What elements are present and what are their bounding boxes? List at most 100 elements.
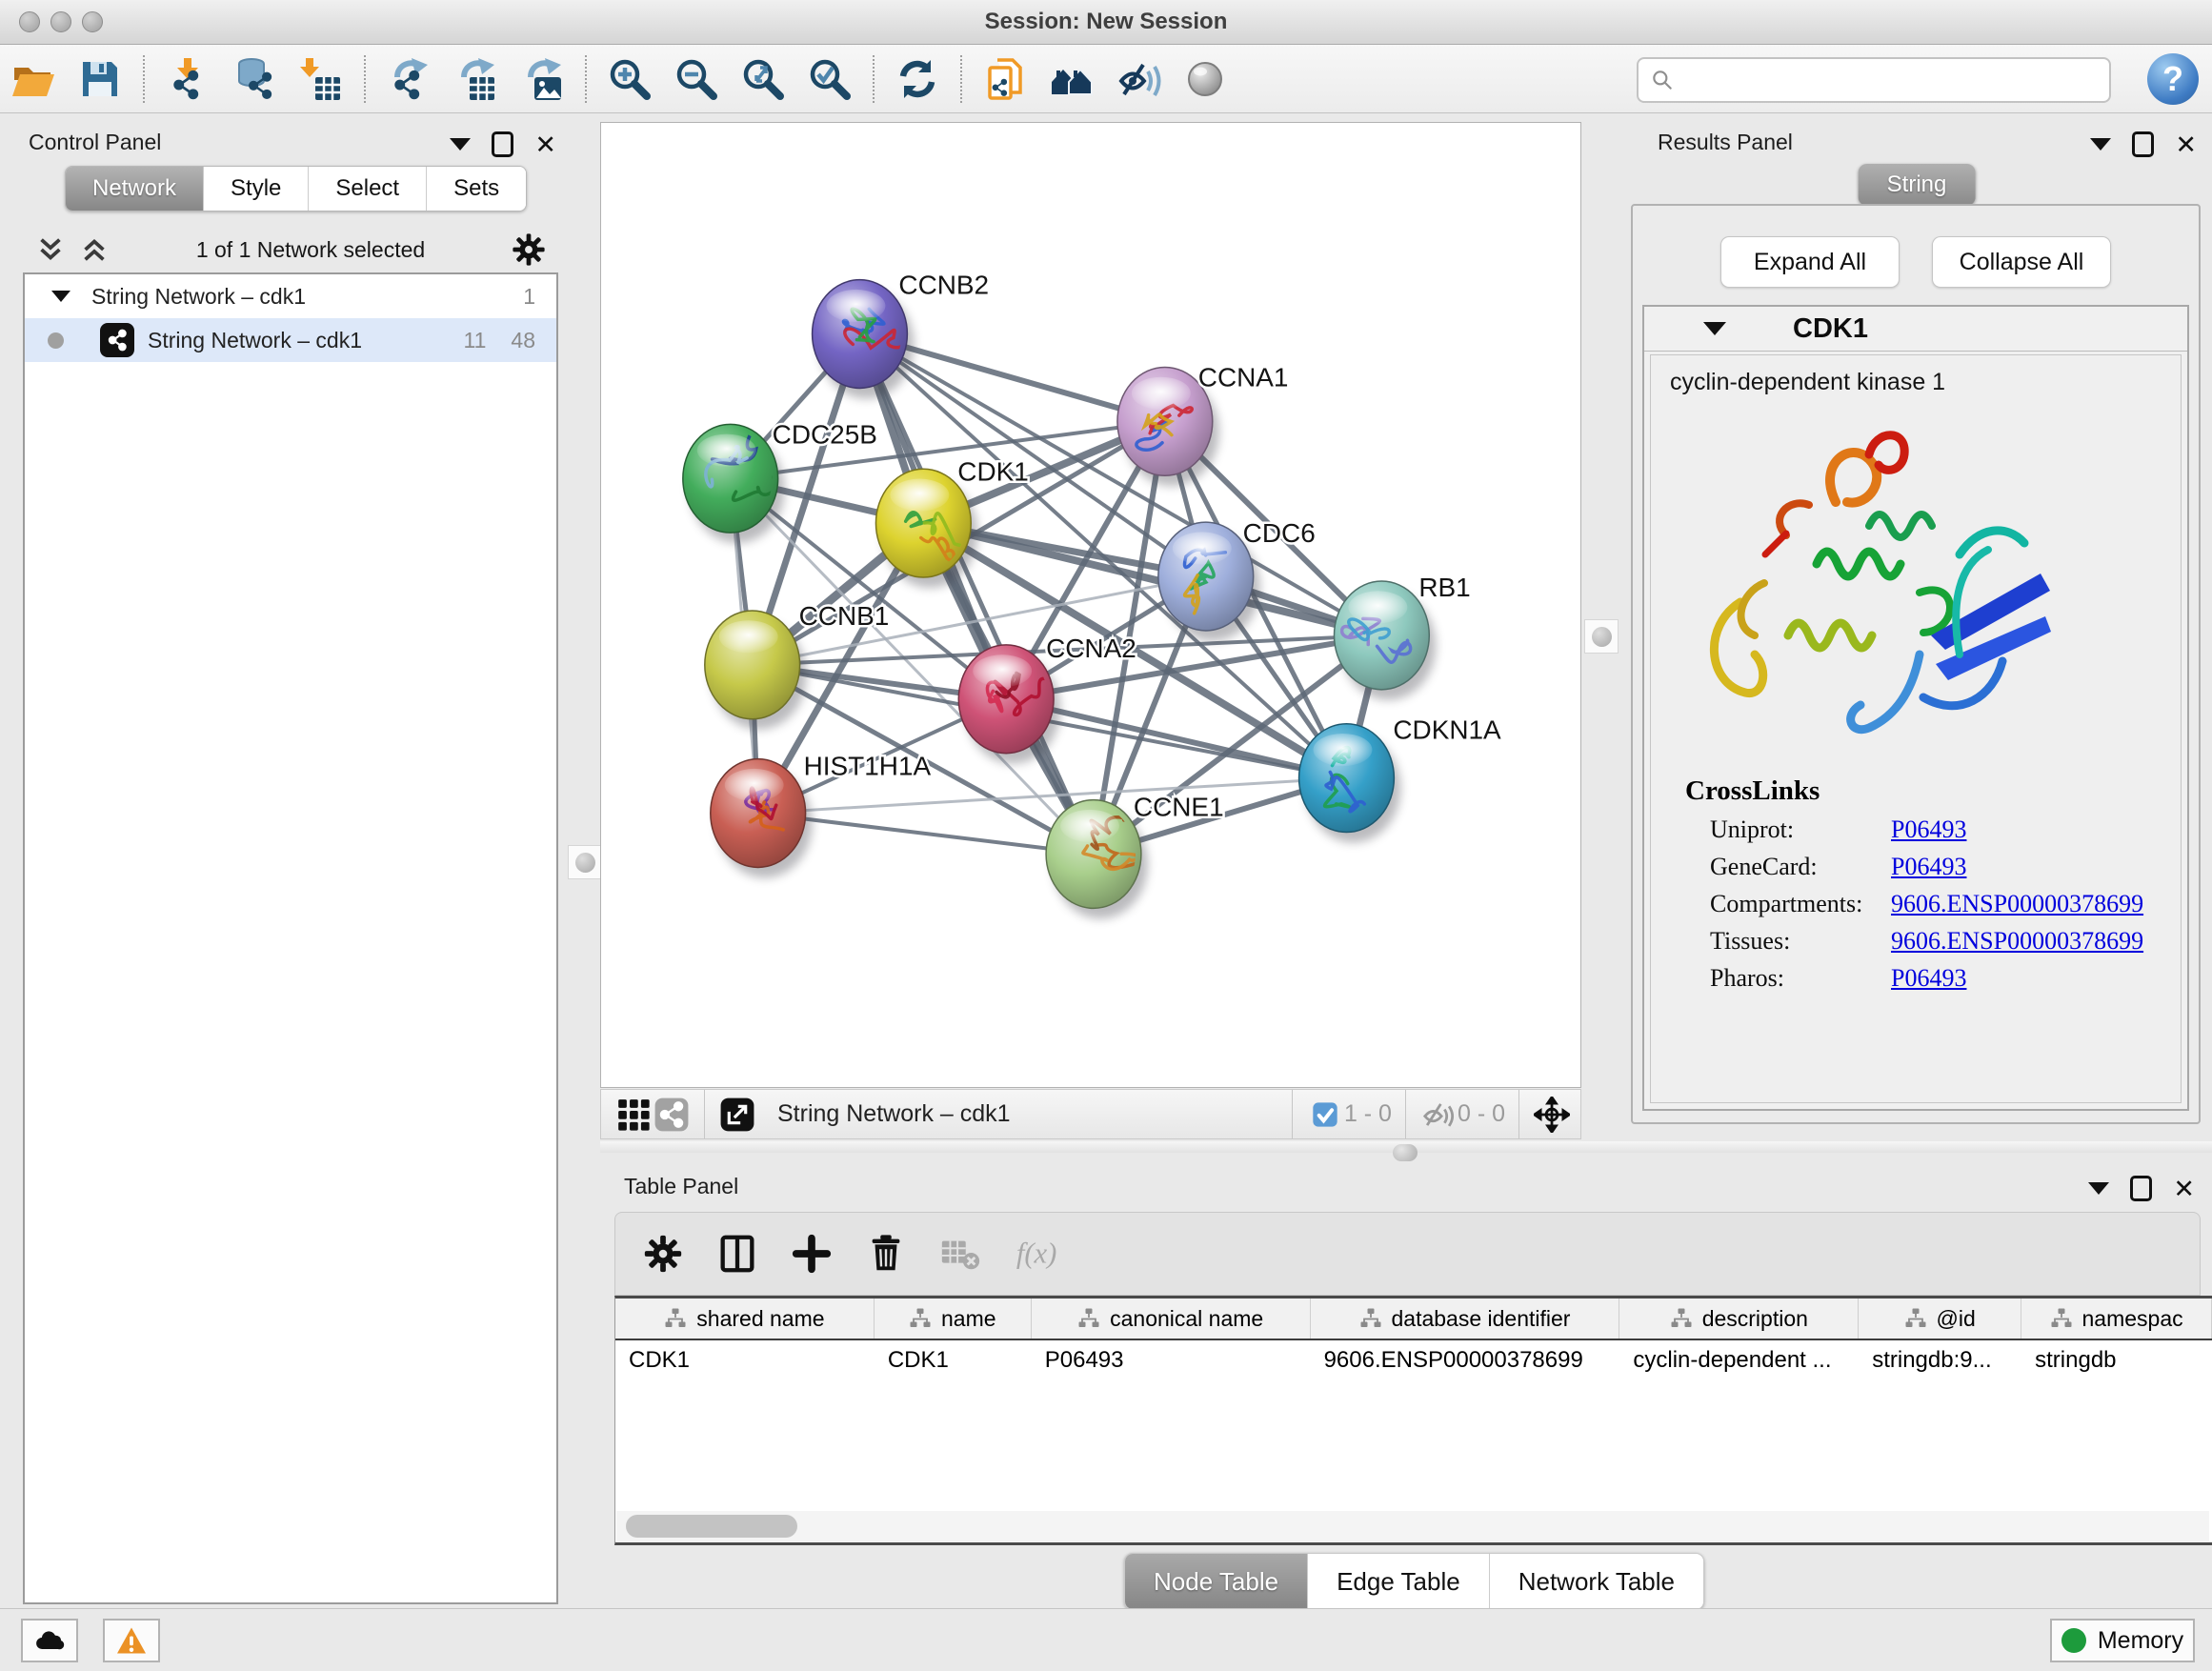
help-button[interactable]: ? <box>2147 53 2199 105</box>
tab-network[interactable]: Network <box>66 167 203 211</box>
crosslink-link[interactable]: 9606.ENSP00000378699 <box>1891 890 2143 918</box>
export-image-icon[interactable] <box>517 54 567 104</box>
table-cell[interactable]: CDK1 <box>615 1340 875 1380</box>
column-header-name[interactable]: name <box>875 1299 1032 1339</box>
table-cell[interactable]: CDK1 <box>875 1340 1032 1380</box>
export-table-icon[interactable] <box>451 54 500 104</box>
network-canvas[interactable]: CCNB2CCNA1CDC25BCDK1CDC6RB1CCNB1CCNA2CDK… <box>600 122 1581 1088</box>
panel-menu-icon[interactable] <box>2088 1182 2109 1195</box>
tab-node-table[interactable]: Node Table <box>1125 1554 1307 1609</box>
refresh-layout-icon[interactable] <box>893 54 942 104</box>
open-session-icon[interactable] <box>9 54 58 104</box>
column-header-description[interactable]: description <box>1619 1299 1859 1339</box>
zoom-selected-icon[interactable] <box>805 54 855 104</box>
column-header-database-identifier[interactable]: database identifier <box>1311 1299 1620 1339</box>
toolbar-separator <box>143 55 145 103</box>
close-panel-icon[interactable]: ✕ <box>2173 1179 2195 1198</box>
save-session-icon[interactable] <box>75 54 125 104</box>
grid-view-icon[interactable] <box>614 1096 653 1134</box>
table-cell[interactable]: stringdb:9... <box>1859 1340 2021 1380</box>
tab-style[interactable]: Style <box>203 167 308 211</box>
network-label: String Network – cdk1 <box>148 328 362 353</box>
panel-menu-icon[interactable] <box>2090 138 2111 151</box>
table-cell[interactable]: cyclin-dependent ... <box>1619 1340 1859 1380</box>
zoom-fit-icon[interactable] <box>738 54 788 104</box>
crosslink-row: Compartments: 9606.ENSP00000378699 <box>1710 890 2181 918</box>
close-panel-icon[interactable]: ✕ <box>2175 135 2197 154</box>
float-panel-icon[interactable] <box>2132 131 2154 157</box>
collapse-all-button[interactable]: Collapse All <box>1932 236 2111 288</box>
network-tree-row[interactable]: String Network – cdk1 11 48 <box>25 318 556 362</box>
fit-selected-icon[interactable] <box>1533 1096 1571 1134</box>
collapse-section-icon[interactable] <box>1703 322 1726 335</box>
columns-icon[interactable] <box>711 1227 764 1280</box>
crosslink-link[interactable]: P06493 <box>1891 853 1966 881</box>
tab-sets[interactable]: Sets <box>426 167 526 211</box>
tab-edge-table[interactable]: Edge Table <box>1307 1554 1489 1609</box>
column-label: database identifier <box>1392 1306 1571 1332</box>
copy-documents-icon[interactable] <box>980 54 1030 104</box>
crosslink-link[interactable]: P06493 <box>1891 815 1966 844</box>
table-cell[interactable]: 9606.ENSP00000378699 <box>1311 1340 1620 1380</box>
left-splitter-handle[interactable] <box>568 845 602 879</box>
add-column-icon[interactable] <box>785 1227 838 1280</box>
share-view-icon[interactable] <box>653 1096 691 1134</box>
tab-select[interactable]: Select <box>308 167 426 211</box>
external-view-icon[interactable] <box>718 1096 756 1134</box>
gene-section-header[interactable]: CDK1 <box>1644 307 2187 352</box>
tab-network-table[interactable]: Network Table <box>1489 1554 1703 1609</box>
table-cell[interactable]: P06493 <box>1032 1340 1311 1380</box>
float-panel-icon[interactable] <box>2130 1176 2152 1201</box>
search-input[interactable] <box>1682 61 2109 99</box>
float-panel-icon[interactable] <box>492 131 513 157</box>
memory-button[interactable]: Memory <box>2050 1619 2195 1662</box>
expand-all-icon[interactable] <box>78 234 111 265</box>
expand-node-icon[interactable] <box>51 291 70 302</box>
horizontal-splitter-handle[interactable] <box>1393 1144 1418 1161</box>
crosslink-link[interactable]: P06493 <box>1891 964 1966 993</box>
close-panel-icon[interactable]: ✕ <box>534 135 556 154</box>
import-table-icon[interactable] <box>296 54 346 104</box>
crosslink-link[interactable]: 9606.ENSP00000378699 <box>1891 927 2143 956</box>
network-graph[interactable]: CCNB2CCNA1CDC25BCDK1CDC6RB1CCNB1CCNA2CDK… <box>601 123 1580 1087</box>
search-field[interactable] <box>1637 57 2111 103</box>
hide-show-icon[interactable] <box>1114 54 1163 104</box>
node-table[interactable]: shared name name canonical name database… <box>614 1296 2212 1545</box>
trash-icon[interactable] <box>859 1227 913 1280</box>
results-tab-string[interactable]: String <box>1859 164 1976 206</box>
right-splitter-handle[interactable] <box>1584 619 1619 654</box>
gear-icon[interactable] <box>511 232 547 268</box>
collapse-all-icon[interactable] <box>34 234 67 265</box>
scrollbar-thumb[interactable] <box>626 1515 797 1538</box>
hidden-eye-icon[interactable] <box>1419 1096 1458 1134</box>
table-cell[interactable]: stringdb <box>2021 1340 2212 1380</box>
network-node-CDKN1A[interactable] <box>1299 724 1401 843</box>
expand-all-button[interactable]: Expand All <box>1720 236 1900 288</box>
column-header--id[interactable]: @id <box>1859 1299 2021 1339</box>
sphere-icon[interactable] <box>1180 54 1230 104</box>
column-header-namespac[interactable]: namespac <box>2021 1299 2212 1339</box>
zoom-in-icon[interactable] <box>605 54 654 104</box>
cloud-button[interactable] <box>21 1619 78 1662</box>
zoom-out-icon[interactable] <box>672 54 721 104</box>
home-icon[interactable] <box>1047 54 1096 104</box>
export-network-icon[interactable] <box>384 54 433 104</box>
gear-icon[interactable] <box>636 1227 690 1280</box>
panel-menu-icon[interactable] <box>450 138 471 151</box>
title-bar: Session: New Session <box>0 0 2212 45</box>
selected-checkbox-icon[interactable] <box>1306 1096 1344 1134</box>
table-row[interactable]: CDK1CDK1P064939606.ENSP00000378699cyclin… <box>615 1340 2212 1380</box>
column-header-canonical-name[interactable]: canonical name <box>1032 1299 1311 1339</box>
warning-button[interactable] <box>103 1619 160 1662</box>
network-node-HIST1H1A[interactable] <box>711 759 813 878</box>
table-header-row: shared name name canonical name database… <box>615 1299 2212 1340</box>
network-node-CCNA2[interactable] <box>958 645 1060 764</box>
import-database-icon[interactable] <box>230 54 279 104</box>
network-node-CCNE1[interactable] <box>1046 800 1148 919</box>
network-node-CDC25B[interactable] <box>683 424 785 543</box>
network-tree-row[interactable]: String Network – cdk1 1 <box>25 274 556 318</box>
network-node-CDK1[interactable] <box>875 469 977 588</box>
import-network-icon[interactable] <box>163 54 212 104</box>
column-header-shared-name[interactable]: shared name <box>615 1299 875 1339</box>
table-horizontal-scrollbar[interactable] <box>616 1511 2209 1541</box>
